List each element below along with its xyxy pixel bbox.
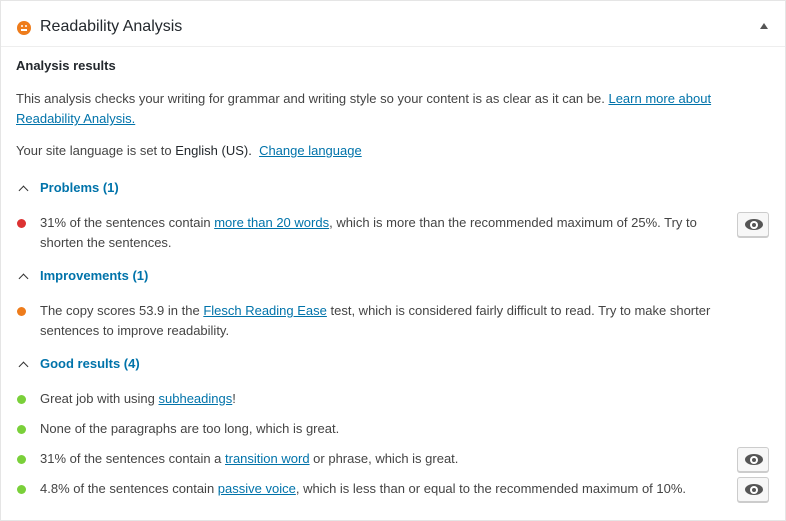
improvements-toggle[interactable]: Improvements (1)	[16, 266, 176, 286]
status-bullet	[17, 307, 26, 316]
result-pre: 31% of the sentences contain	[40, 215, 215, 230]
result-text: None of the paragraphs are too long, whi…	[40, 419, 730, 439]
site-language: Your site language is set to English (US…	[16, 141, 362, 161]
result-link[interactable]: Flesch Reading Ease	[203, 303, 327, 318]
good-results-toggle[interactable]: Good results (4)	[16, 354, 176, 374]
chevron-up-icon	[18, 185, 29, 195]
analysis-heading: Analysis results	[16, 58, 116, 73]
panel-title: Readability Analysis	[40, 18, 183, 35]
eye-icon	[745, 219, 763, 230]
status-bullet	[17, 219, 26, 228]
improvements-label: Improvements (1)	[40, 268, 149, 283]
highlight-button[interactable]	[737, 477, 769, 502]
eye-icon	[745, 484, 763, 495]
lang-prefix: Your site language is set to	[16, 143, 176, 158]
result-pre: 4.8% of the sentences contain	[40, 481, 218, 496]
result-link[interactable]: more than 20 words	[214, 215, 329, 230]
chevron-up-icon	[18, 273, 29, 283]
panel-header: Readability Analysis	[1, 1, 785, 47]
status-bullet	[17, 455, 26, 464]
result-pre: The copy scores 53.9 in the	[40, 303, 204, 318]
analysis-intro: This analysis checks your writing for gr…	[16, 89, 746, 129]
result-pre: None of the paragraphs are too long, whi…	[40, 421, 340, 436]
result-link[interactable]: subheadings	[159, 391, 233, 406]
result-link[interactable]: passive voice	[218, 481, 296, 496]
intro-text: This analysis checks your writing for gr…	[16, 91, 609, 106]
highlight-button[interactable]	[737, 447, 769, 472]
status-bullet	[17, 395, 26, 404]
result-post: or phrase, which is great.	[309, 451, 459, 466]
lang-value: English (US).	[175, 143, 252, 158]
result-post: !	[232, 391, 236, 406]
status-bullet	[17, 485, 26, 494]
result-text: 31% of the sentences contain a transitio…	[40, 449, 730, 469]
collapse-arrow-icon[interactable]	[760, 23, 768, 29]
result-item: 31% of the sentences contain more than 2…	[16, 213, 716, 253]
problems-toggle[interactable]: Problems (1)	[16, 178, 156, 198]
eye-icon	[745, 454, 763, 465]
result-link[interactable]: transition word	[225, 451, 310, 466]
chevron-up-icon	[18, 361, 29, 371]
result-post: , which is less than or equal to the rec…	[295, 481, 687, 496]
problems-label: Problems (1)	[40, 180, 119, 195]
readability-panel: Readability Analysis Analysis results Th…	[0, 0, 786, 521]
change-language-link[interactable]: Change language	[259, 143, 362, 158]
smiley-icon	[17, 21, 31, 35]
highlight-button[interactable]	[737, 212, 769, 237]
result-item: Great job with using subheadings!	[16, 389, 716, 409]
result-item: 4.8% of the sentences contain passive vo…	[16, 479, 716, 499]
status-bullet	[17, 425, 26, 434]
result-pre: 31% of the sentences contain a	[40, 451, 226, 466]
result-item: The copy scores 53.9 in the Flesch Readi…	[16, 301, 716, 341]
result-text: The copy scores 53.9 in the Flesch Readi…	[40, 301, 730, 341]
result-item: None of the paragraphs are too long, whi…	[16, 419, 716, 439]
result-text: Great job with using subheadings!	[40, 389, 730, 409]
result-text: 31% of the sentences contain more than 2…	[40, 213, 730, 253]
good-results-label: Good results (4)	[40, 356, 140, 371]
result-pre: Great job with using	[40, 391, 159, 406]
result-text: 4.8% of the sentences contain passive vo…	[40, 479, 730, 499]
result-item: 31% of the sentences contain a transitio…	[16, 449, 716, 469]
